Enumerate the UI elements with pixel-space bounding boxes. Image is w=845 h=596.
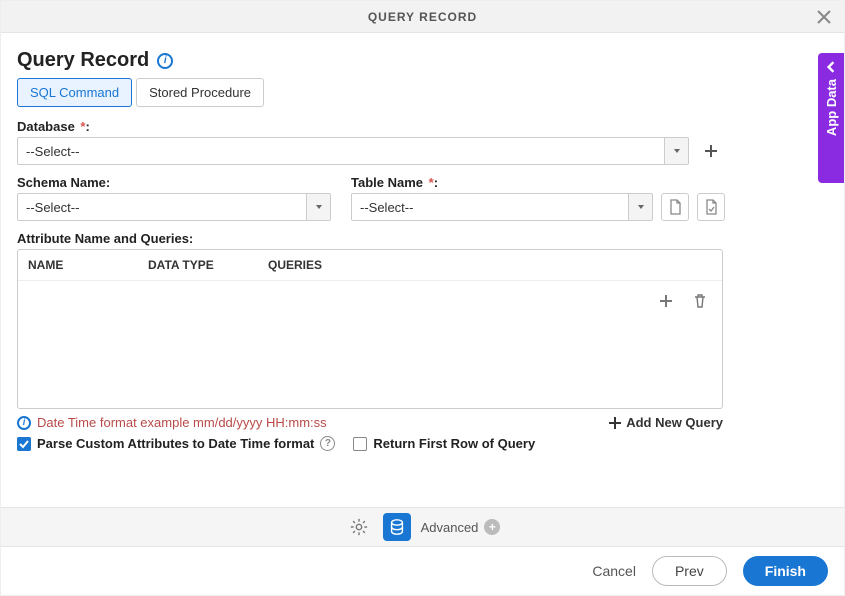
caret-down-icon [306,194,330,220]
advanced-toggle[interactable]: Advanced + [421,519,501,535]
add-attribute-button[interactable] [652,287,680,315]
date-time-example-text: Date Time format example mm/dd/yyyy HH:m… [37,415,327,430]
schema-table-row: Schema Name: --Select-- Table Name *: --… [17,175,725,221]
tab-strip: SQL Command Stored Procedure [17,78,828,107]
return-first-row-checkbox[interactable]: Return First Row of Query [353,436,535,451]
titlebar: QUERY RECORD [1,1,844,33]
close-icon [817,10,831,24]
footer: Cancel Prev Finish [1,547,844,595]
checkbox-checked-icon [17,437,31,451]
plus-icon [703,143,719,159]
return-first-row-label: Return First Row of Query [373,436,535,451]
gear-icon [350,518,368,536]
database-label-text: Database [17,119,78,134]
plus-icon [608,416,622,430]
settings-tool-button[interactable] [345,513,373,541]
prev-button[interactable]: Prev [652,556,727,586]
query-record-window: QUERY RECORD App Data Query Record i SQL… [0,0,845,596]
advanced-label-text: Advanced [421,520,479,535]
parse-custom-checkbox[interactable]: Parse Custom Attributes to Date Time for… [17,436,335,451]
database-row: Database *: --Select-- [17,119,725,165]
expand-plus-icon: + [484,519,500,535]
table-action-1-button[interactable] [661,193,689,221]
attribute-table: NAME DATA TYPE QUERIES [17,249,723,409]
page-title-row: Query Record i [17,49,828,72]
database-tool-button[interactable] [383,513,411,541]
schema-select[interactable]: --Select-- [17,193,331,221]
col-name-header: NAME [28,258,148,272]
add-database-button[interactable] [697,137,725,165]
app-data-label: App Data [824,79,839,136]
app-data-side-tab[interactable]: App Data [818,53,844,183]
window-title: QUERY RECORD [368,10,477,24]
database-label: Database *: [17,119,725,134]
info-icon[interactable]: i [157,53,173,69]
table-select[interactable]: --Select-- [351,193,653,221]
chevron-left-icon [825,61,837,73]
col-queries-header: QUERIES [268,258,712,272]
file-icon [703,199,719,215]
cancel-button[interactable]: Cancel [592,563,636,579]
page-title: Query Record [17,49,149,72]
caret-down-icon [628,194,652,220]
help-icon[interactable]: ? [320,436,335,451]
attribute-table-header: NAME DATA TYPE QUERIES [18,250,722,281]
delete-attribute-button[interactable] [686,287,714,315]
col-datatype-header: DATA TYPE [148,258,268,272]
parse-custom-label: Parse Custom Attributes to Date Time for… [37,436,314,451]
attribute-table-body [18,281,722,408]
tab-sql-command[interactable]: SQL Command [17,78,132,107]
trash-icon [692,293,708,309]
database-select-value: --Select-- [18,144,664,159]
database-select[interactable]: --Select-- [17,137,689,165]
table-select-value: --Select-- [352,200,628,215]
info-icon: i [17,416,31,430]
checkbox-row: Parse Custom Attributes to Date Time for… [17,436,828,451]
info-line: i Date Time format example mm/dd/yyyy HH… [17,415,723,430]
required-star: * [80,119,85,134]
required-star: * [429,175,434,190]
plus-icon [658,293,674,309]
add-new-query-button[interactable]: Add New Query [608,415,723,430]
schema-label: Schema Name: [17,175,331,190]
file-icon [667,199,683,215]
tab-stored-procedure[interactable]: Stored Procedure [136,78,264,107]
attribute-label: Attribute Name and Queries: [17,231,828,246]
table-label-text: Table Name [351,175,427,190]
database-icon [388,518,406,536]
table-action-2-button[interactable] [697,193,725,221]
schema-select-value: --Select-- [18,200,306,215]
caret-down-icon [664,138,688,164]
add-new-query-label: Add New Query [626,415,723,430]
table-label: Table Name *: [351,175,725,190]
close-button[interactable] [812,5,836,29]
finish-button[interactable]: Finish [743,556,828,586]
bottom-toolbar: Advanced + [1,507,844,547]
checkbox-unchecked-icon [353,437,367,451]
content-area: Query Record i SQL Command Stored Proced… [1,33,844,451]
